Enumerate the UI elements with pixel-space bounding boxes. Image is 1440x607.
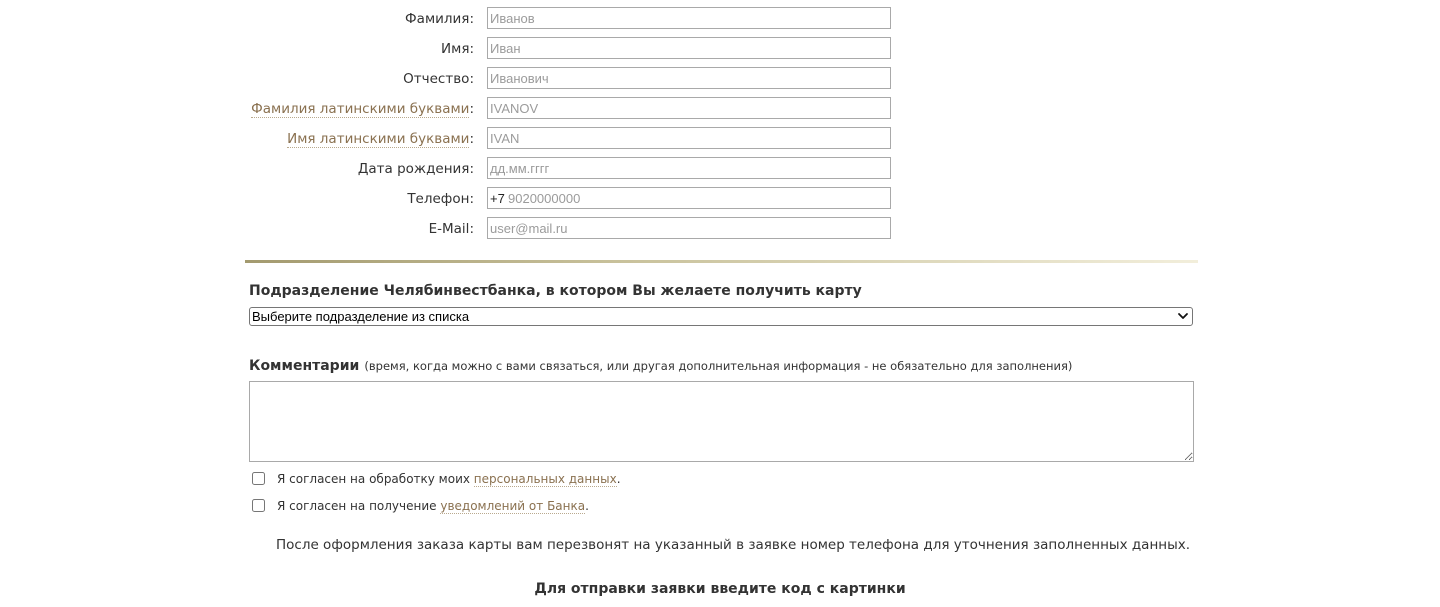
branch-section-title: Подразделение Челябинвестбанка, в которо…	[249, 283, 862, 299]
last-name-input[interactable]	[487, 7, 891, 29]
consent-notifications-text: Я согласен на получение уведомлений от Б…	[277, 499, 589, 514]
consent-notifications-checkbox[interactable]	[252, 499, 265, 512]
email-label: E-Mail:	[428, 221, 474, 237]
branch-select[interactable]: Выберите подразделение из списка	[249, 307, 1193, 326]
phone-country-code: +7	[490, 191, 505, 206]
captcha-title: Для отправки заявки введите код с картин…	[534, 581, 906, 597]
last-name-latin-label: Фамилия латинскими буквами:	[251, 101, 474, 118]
consent-personal-data-text: Я согласен на обработку моих персональны…	[277, 472, 621, 487]
last-name-latin-hint[interactable]: Фамилия латинскими буквами	[251, 101, 470, 118]
card-application-form: Фамилия: Имя: Отчество: Фамилия латински…	[0, 0, 1440, 607]
comment-section-title: Комментарии (время, когда можно с вами с…	[249, 356, 1072, 375]
phone-field: +7	[487, 187, 891, 209]
row-first-name: Имя:	[0, 37, 1440, 61]
comment-note: (время, когда можно с вами связаться, ил…	[364, 359, 1073, 373]
row-first-name-latin: Имя латинскими буквами:	[0, 127, 1440, 151]
phone-label: Телефон:	[407, 191, 474, 207]
email-input[interactable]	[487, 217, 891, 239]
phone-input[interactable]	[508, 188, 888, 208]
birth-date-input[interactable]	[487, 157, 891, 179]
first-name-input[interactable]	[487, 37, 891, 59]
comment-title: Комментарии	[249, 358, 360, 374]
consent-personal-data-checkbox[interactable]	[252, 472, 265, 485]
section-divider	[245, 260, 1198, 263]
personal-data-link[interactable]: персональных данных	[473, 472, 617, 487]
comment-textarea[interactable]	[249, 381, 1194, 462]
first-name-latin-label: Имя латинскими буквами:	[287, 131, 474, 148]
middle-name-input[interactable]	[487, 67, 891, 89]
row-phone: Телефон: +7	[0, 187, 1440, 211]
last-name-latin-input[interactable]	[487, 97, 891, 119]
birth-date-label: Дата рождения:	[357, 161, 474, 177]
first-name-latin-input[interactable]	[487, 127, 891, 149]
first-name-label: Имя:	[441, 41, 474, 57]
row-email: E-Mail:	[0, 217, 1440, 241]
first-name-latin-hint[interactable]: Имя латинскими буквами	[287, 131, 470, 148]
bank-notifications-link[interactable]: уведомлений от Банка	[440, 499, 586, 514]
row-last-name: Фамилия:	[0, 7, 1440, 31]
row-last-name-latin: Фамилия латинскими буквами:	[0, 97, 1440, 121]
last-name-label: Фамилия:	[405, 11, 474, 27]
row-middle-name: Отчество:	[0, 67, 1440, 91]
middle-name-label: Отчество:	[403, 71, 474, 87]
callback-note: После оформления заказа карты вам перезв…	[276, 537, 1191, 553]
row-birth-date: Дата рождения:	[0, 157, 1440, 181]
